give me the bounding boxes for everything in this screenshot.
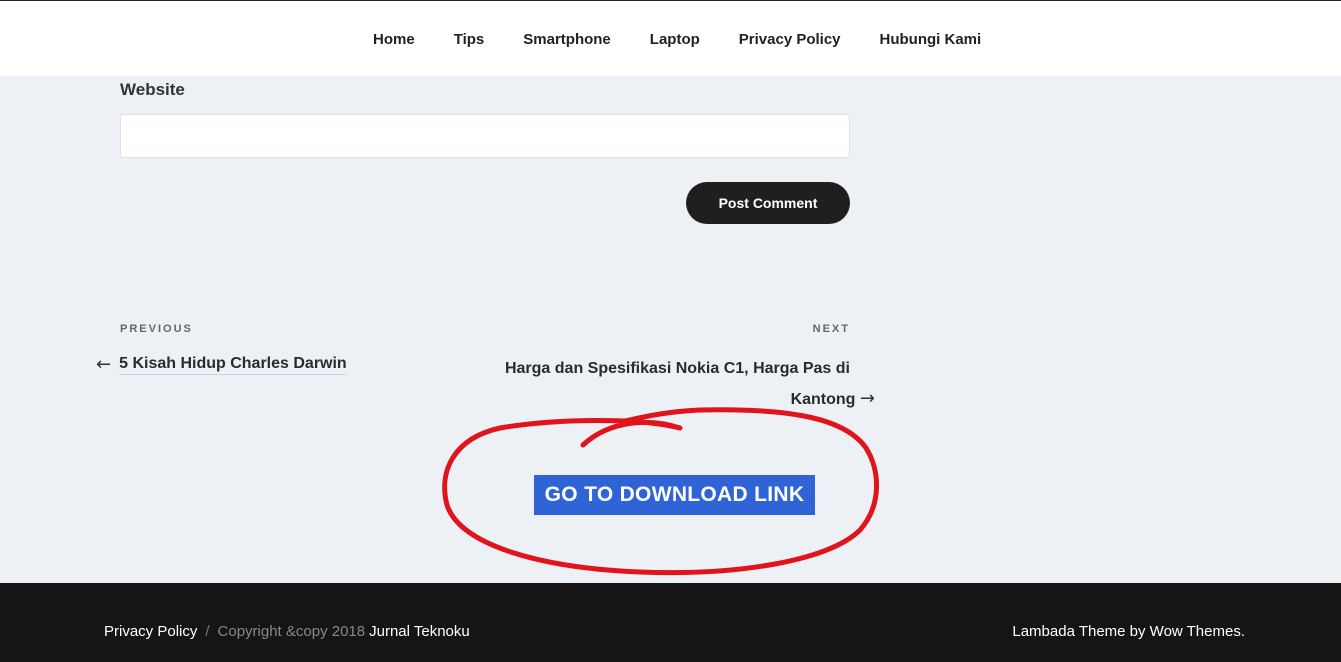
previous-post-link[interactable]: ← 5 Kisah Hidup Charles Darwin (96, 354, 347, 375)
nav-item-tips[interactable]: Tips (454, 30, 485, 50)
footer-left: Privacy Policy / Copyright &copy 2018 Ju… (104, 623, 470, 640)
next-post-title-line1: Harga dan Spesifikasi Nokia C1, Harga Pa… (504, 360, 850, 377)
nav-menu: Home Tips Smartphone Laptop Privacy Poli… (373, 30, 981, 50)
go-to-download-button[interactable]: GO TO DOWNLOAD LINK (534, 475, 815, 515)
previous-label: PREVIOUS (120, 323, 193, 335)
page: Home Tips Smartphone Laptop Privacy Poli… (0, 0, 1341, 662)
next-post-title-line2-wrap: Kantong → (500, 384, 875, 415)
next-label: NEXT (812, 323, 850, 335)
nav-item-hubungi-kami[interactable]: Hubungi Kami (880, 30, 982, 50)
footer-separator: / (205, 623, 210, 640)
arrow-right-icon: → (859, 388, 875, 409)
next-post-title-line2: Kantong (790, 391, 856, 408)
nav-item-home[interactable]: Home (373, 30, 415, 50)
red-circle-annotation (442, 407, 879, 576)
footer-privacy-link[interactable]: Privacy Policy (104, 623, 197, 640)
website-label: Website (120, 80, 185, 99)
site-footer: Privacy Policy / Copyright &copy 2018 Ju… (0, 583, 1341, 662)
arrow-left-icon: ← (96, 354, 112, 375)
nav-item-laptop[interactable]: Laptop (650, 30, 700, 50)
previous-post-title: 5 Kisah Hidup Charles Darwin (119, 355, 347, 375)
top-navigation: Home Tips Smartphone Laptop Privacy Poli… (0, 0, 1341, 76)
footer-site-name[interactable]: Jurnal Teknoku (369, 623, 470, 640)
website-field[interactable] (120, 114, 850, 158)
post-comment-button[interactable]: Post Comment (686, 182, 850, 224)
nav-item-smartphone[interactable]: Smartphone (523, 30, 611, 50)
next-post-link[interactable]: Harga dan Spesifikasi Nokia C1, Harga Pa… (500, 354, 875, 415)
footer-credit: Lambada Theme by Wow Themes. (1012, 623, 1245, 640)
nav-item-privacy-policy[interactable]: Privacy Policy (739, 30, 841, 50)
footer-copyright: Copyright &copy 2018 (217, 623, 366, 640)
